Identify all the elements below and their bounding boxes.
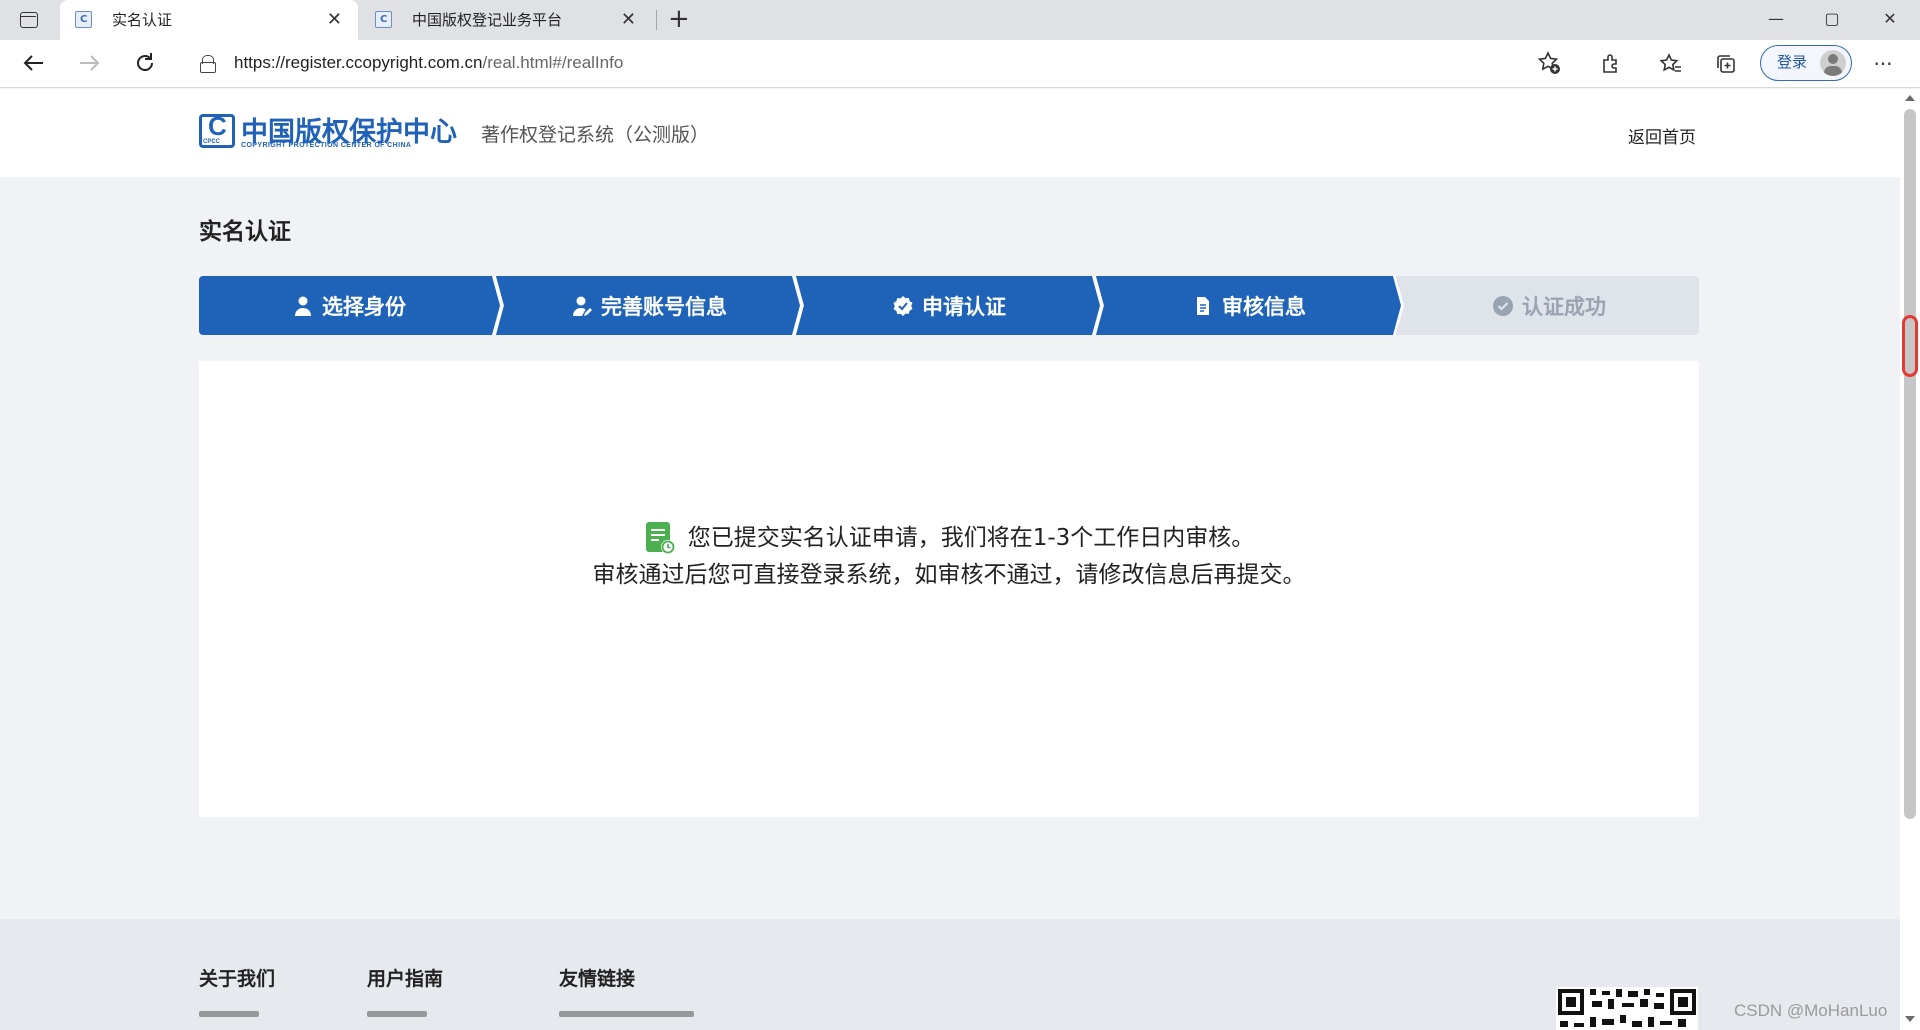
step-select-identity: 选择身份 bbox=[199, 276, 499, 335]
step-divider-icon bbox=[1092, 276, 1106, 335]
scroll-down-icon[interactable] bbox=[1905, 1016, 1915, 1022]
user-icon bbox=[292, 295, 314, 317]
status-message: 您已提交实名认证申请，我们将在1-3个工作日内审核。 审核通过后您可直接登录系统… bbox=[199, 521, 1699, 591]
footer-links-heading: 友情链接 bbox=[559, 968, 636, 990]
step-review-info: 审核信息 bbox=[1099, 276, 1399, 335]
back-icon[interactable] bbox=[19, 48, 49, 78]
maximize-button[interactable]: ▢ bbox=[1804, 0, 1860, 40]
step-apply-verification: 申请认证 bbox=[799, 276, 1099, 335]
scroll-thumb[interactable] bbox=[1904, 109, 1916, 819]
browser-tab-bar: 实名认证 ✕ 中国版权登记业务平台 ✕ + — ▢ ✕ bbox=[0, 0, 1920, 40]
step-verification-success: 认证成功 bbox=[1399, 276, 1699, 335]
step-divider-icon bbox=[1392, 276, 1406, 335]
message-line-2: 审核通过后您可直接登录系统，如审核不通过，请修改信息后再提交。 bbox=[592, 562, 1306, 588]
footer-link-clipped[interactable] bbox=[559, 1011, 694, 1017]
cpcc-logo-mark-icon: CPCC bbox=[199, 111, 235, 148]
address-bar[interactable]: https://register.ccopyright.com.cn/real.… bbox=[180, 45, 1570, 81]
scroll-highlight-marker bbox=[1902, 315, 1918, 377]
footer-about-heading: 关于我们 bbox=[199, 968, 276, 990]
qr-code-icon bbox=[1556, 987, 1698, 1030]
tab-copyright-platform[interactable]: 中国版权登记业务平台 ✕ bbox=[360, 0, 652, 40]
page-content: CPCC 中国版权保护中心 COPYRIGHT PROTECTION CENTE… bbox=[0, 89, 1900, 1030]
tab-close-icon[interactable]: ✕ bbox=[621, 0, 636, 40]
tab-separator bbox=[656, 10, 657, 30]
step-complete-account: 完善账号信息 bbox=[499, 276, 799, 335]
site-header: CPCC 中国版权保护中心 COPYRIGHT PROTECTION CENTE… bbox=[0, 89, 1900, 177]
cpcc-logo[interactable]: CPCC 中国版权保护中心 COPYRIGHT PROTECTION CENTE… bbox=[199, 111, 459, 152]
step-divider-icon bbox=[792, 276, 806, 335]
scroll-up-icon[interactable] bbox=[1905, 95, 1915, 101]
footer-link-clipped[interactable] bbox=[367, 1011, 427, 1017]
home-link[interactable]: 返回首页 bbox=[1628, 123, 1696, 148]
tab-real-name[interactable]: 实名认证 ✕ bbox=[60, 0, 358, 40]
step-label: 申请认证 bbox=[922, 294, 1006, 319]
step-divider-icon bbox=[492, 276, 506, 335]
user-edit-icon bbox=[571, 295, 593, 317]
extensions-icon[interactable] bbox=[1598, 51, 1624, 77]
logo-subtitle: COPYRIGHT PROTECTION CENTER OF CHINA bbox=[241, 142, 412, 149]
page-scrollbar[interactable] bbox=[1900, 89, 1920, 1030]
more-menu-icon[interactable]: ··· bbox=[1870, 51, 1896, 77]
tab-actions-icon[interactable] bbox=[18, 9, 40, 31]
new-tab-icon[interactable]: + bbox=[668, 0, 690, 38]
tab-title: 中国版权登记业务平台 bbox=[412, 11, 563, 29]
system-name: 著作权登记系统（公测版） bbox=[481, 124, 710, 146]
url-text: https://register.ccopyright.com.cn/real.… bbox=[234, 53, 624, 72]
check-circle-icon bbox=[1492, 295, 1514, 317]
site-footer: 关于我们 用户指南 友情链接 bbox=[0, 919, 1900, 1030]
site-favicon-icon bbox=[75, 0, 92, 40]
page-title: 实名认证 bbox=[199, 219, 291, 245]
browser-toolbar: https://register.ccopyright.com.cn/real.… bbox=[0, 40, 1920, 88]
add-favorite-icon[interactable] bbox=[1536, 50, 1562, 76]
footer-guide-heading: 用户指南 bbox=[367, 968, 444, 990]
close-window-button[interactable]: ✕ bbox=[1862, 0, 1918, 40]
collections-icon[interactable] bbox=[1713, 51, 1739, 77]
badge-check-icon bbox=[892, 295, 914, 317]
refresh-icon[interactable] bbox=[130, 48, 160, 78]
footer-link-clipped[interactable] bbox=[199, 1011, 259, 1017]
step-label: 审核信息 bbox=[1222, 294, 1306, 319]
favorites-icon[interactable] bbox=[1658, 51, 1684, 77]
site-favicon-icon bbox=[375, 0, 392, 40]
profile-login-button[interactable]: 登录 bbox=[1760, 45, 1852, 81]
message-line-1: 您已提交实名认证申请，我们将在1-3个工作日内审核。 bbox=[687, 525, 1255, 551]
tab-close-icon[interactable]: ✕ bbox=[327, 0, 342, 40]
minimize-button[interactable]: — bbox=[1748, 0, 1804, 40]
lock-icon[interactable] bbox=[200, 55, 216, 73]
document-icon bbox=[1192, 295, 1214, 317]
tab-title: 实名认证 bbox=[112, 11, 173, 29]
login-label: 登录 bbox=[1777, 53, 1808, 71]
status-card: 您已提交实名认证申请，我们将在1-3个工作日内审核。 审核通过后您可直接登录系统… bbox=[199, 361, 1699, 817]
forward-icon[interactable] bbox=[74, 48, 104, 78]
step-label: 选择身份 bbox=[322, 294, 406, 319]
step-label: 完善账号信息 bbox=[601, 294, 727, 319]
csdn-watermark: CSDN @MoHanLuo bbox=[1734, 1001, 1888, 1020]
step-label: 认证成功 bbox=[1522, 294, 1606, 319]
progress-steps: 选择身份 完善账号信息 申请认证 审核信息 认证成功 bbox=[199, 276, 1699, 335]
document-clock-icon bbox=[644, 521, 676, 555]
avatar-icon bbox=[1820, 50, 1846, 76]
